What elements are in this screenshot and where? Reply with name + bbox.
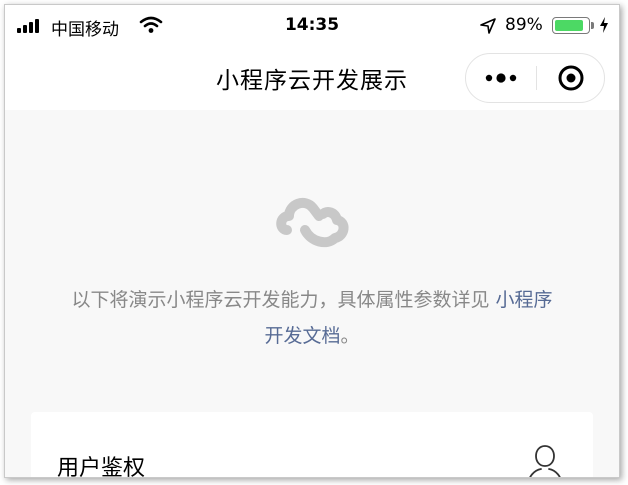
card-user-auth[interactable]: 用户鉴权 — [31, 412, 593, 478]
intro-text: 以下将演示小程序云开发能力，具体属性参数详见 小程序开发文档。 — [65, 282, 559, 354]
location-arrow-icon — [479, 17, 497, 40]
navigation-bar: 中国移动 14:35 89% 小程序云开发展示 — [5, 5, 619, 110]
page-content: 以下将演示小程序云开发能力，具体属性参数详见 小程序开发文档。 用户鉴权 — [5, 110, 619, 477]
battery-fill — [555, 20, 583, 31]
user-icon — [525, 442, 565, 477]
close-button[interactable] — [537, 54, 605, 102]
intro-end: 。 — [340, 325, 360, 347]
app-screen: 中国移动 14:35 89% 小程序云开发展示 以下将演示小程序云开发能力，具体… — [4, 4, 620, 478]
card-title: 用户鉴权 — [57, 456, 146, 478]
status-bar: 中国移动 14:35 89% — [5, 5, 619, 45]
charging-icon — [599, 17, 609, 38]
cloud-logo-icon — [275, 190, 351, 258]
more-dots-icon — [485, 73, 517, 83]
close-circle-icon — [558, 65, 584, 91]
battery-percent: 89% — [505, 15, 543, 35]
more-button[interactable] — [466, 54, 536, 102]
menu-capsule — [465, 53, 605, 103]
battery-tip — [591, 22, 594, 29]
battery-icon — [552, 17, 590, 34]
intro-body: 以下将演示小程序云开发能力，具体属性参数详见 — [71, 289, 490, 311]
